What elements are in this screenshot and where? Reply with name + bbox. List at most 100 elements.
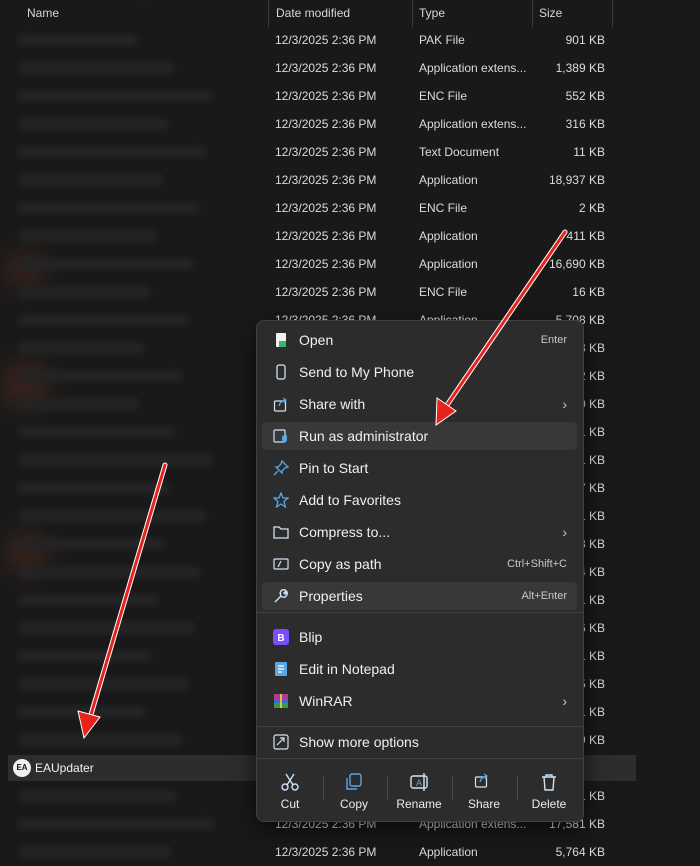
table-row[interactable]: 12/3/2025 2:36 PM Application 411 KB [0,222,612,250]
menu-item-run-as-administrator[interactable]: Run as administrator [262,422,577,450]
table-row[interactable]: 12/3/2025 2:36 PM ENC File 552 KB [0,82,612,110]
menu-item-label: Compress to... [299,524,391,540]
cell-size: 552 KB [565,89,605,103]
menu-item-shortcut: Enter [540,334,567,346]
cell-type: Application [419,257,478,271]
table-row[interactable]: 12/3/2025 2:36 PM Application 16,690 KB [0,250,612,278]
pin-icon [273,459,290,476]
sort-caret-icon: ⌃ [139,0,148,8]
menu-item-show-more-options[interactable]: Show more options [262,728,577,756]
blurred-file-name [18,202,200,214]
trash-icon [539,772,559,792]
cell-size: 1,389 KB [555,61,605,75]
cell-date: 12/3/2025 2:36 PM [275,257,377,271]
table-row[interactable]: 12/3/2025 2:36 PM Text Document 11 KB [0,138,612,166]
cell-type: Application extens... [419,117,527,131]
cell-type: Text Document [419,145,500,159]
menu-item-blip[interactable]: B Blip [262,623,577,651]
menu-item-label: Copy as path [299,556,382,572]
column-header-date[interactable]: Date modified [268,0,413,27]
menu-item-properties[interactable]: Properties Alt+Enter [262,582,577,610]
menu-item-label: Share with [299,396,366,412]
table-row[interactable]: 12/3/2025 2:36 PM Application 18,937 KB [0,166,612,194]
table-row[interactable]: 12/3/2025 2:36 PM Application extens... 31… [0,110,612,138]
copy-path-icon [273,556,289,572]
cell-size: 901 KB [565,33,605,47]
table-row[interactable]: 12/3/2025 2:36 PM PAK File 901 KB [0,26,612,54]
menu-item-label: Blip [299,629,323,645]
cell-size: 11 KB [573,145,605,159]
menu-item-open[interactable]: Open Enter [262,326,577,354]
cell-size: 411 KB [566,229,605,243]
quick-action-label: Delete [531,797,567,811]
wrench-icon [273,588,289,604]
svg-text:A: A [416,778,422,788]
cell-date: 12/3/2025 2:36 PM [275,145,377,159]
shield-icon [273,428,289,444]
menu-item-label: WinRAR [299,693,353,709]
blurred-file-name [18,370,182,382]
blurred-file-name [18,342,145,354]
table-row[interactable]: 12/3/2025 2:36 PM ENC File 2 KB [0,194,612,222]
blurred-file-name [18,846,171,858]
column-header-size[interactable]: Size [532,0,613,27]
cell-type: PAK File [419,33,465,47]
rename-icon: A [409,772,429,792]
cell-date: 12/3/2025 2:36 PM [275,61,377,75]
phone-icon [273,364,289,380]
share-button[interactable]: Share [452,761,516,815]
blurred-file-name [18,482,170,494]
blurred-file-name [18,426,176,438]
chevron-right-icon: › [562,396,567,412]
menu-item-winrar[interactable]: WinRAR › [262,687,577,715]
selected-file-name[interactable]: EAUpdater [35,755,94,781]
chevron-right-icon: › [562,524,567,540]
cell-date: 12/3/2025 2:36 PM [275,173,377,187]
menu-item-edit-in-notepad[interactable]: Edit in Notepad [262,655,577,683]
menu-item-label: Add to Favorites [299,492,401,508]
menu-item-send-to-my-phone[interactable]: Send to My Phone [262,358,577,386]
column-header-type[interactable]: Type [412,0,533,27]
blurred-file-name [18,510,207,522]
blurred-file-name [18,790,177,802]
star-icon [272,491,290,509]
menu-item-label: Show more options [299,734,419,750]
delete-button[interactable]: Delete [517,761,581,815]
blurred-file-name [18,314,188,326]
cell-type: ENC File [419,285,468,299]
table-row[interactable]: 12/3/2025 2:36 PM ENC File 16 KB [0,278,612,306]
menu-item-add-to-favorites[interactable]: Add to Favorites [262,486,577,514]
cell-date: 12/3/2025 2:36 PM [275,201,377,215]
menu-item-shortcut: Ctrl+Shift+C [507,558,567,570]
cell-size: 16 KB [572,285,605,299]
menu-separator [257,726,583,727]
cell-type: Application extens... [419,61,527,75]
cell-date: 12/3/2025 2:36 PM [275,117,377,131]
menu-item-copy-as-path[interactable]: Copy as path Ctrl+Shift+C [262,550,577,578]
menu-item-label: Properties [299,588,363,604]
cell-date: 12/3/2025 2:36 PM [275,89,377,103]
svg-text:B: B [277,633,284,644]
cell-size: 316 KB [565,117,605,131]
cell-date: 12/3/2025 2:36 PM [275,33,377,47]
more-options-icon [273,734,289,750]
notepad-icon [273,661,289,677]
quick-action-label: Share [467,797,501,811]
menu-item-pin-to-start[interactable]: Pin to Start [262,454,577,482]
blurred-file-name [18,146,206,158]
blip-icon: B [273,629,289,645]
blurred-file-name [18,818,214,830]
rename-button[interactable]: A Rename [387,761,451,815]
menu-separator [257,612,583,613]
cell-size: 16,690 KB [548,257,605,271]
column-header-bar: Name ⌃ Date modified Type Size [0,0,613,27]
menu-item-compress-to[interactable]: Compress to... › [262,518,577,546]
blurred-file-name [18,230,157,242]
blurred-file-name [18,566,201,578]
blurred-file-name [18,650,152,662]
copy-button[interactable]: Copy [322,761,386,815]
table-row[interactable]: 12/3/2025 2:36 PM Application extens... 1,… [0,54,612,82]
cut-button[interactable]: Cut [258,761,322,815]
menu-item-share-with[interactable]: Share with › [262,390,577,418]
winrar-icon [273,693,289,709]
